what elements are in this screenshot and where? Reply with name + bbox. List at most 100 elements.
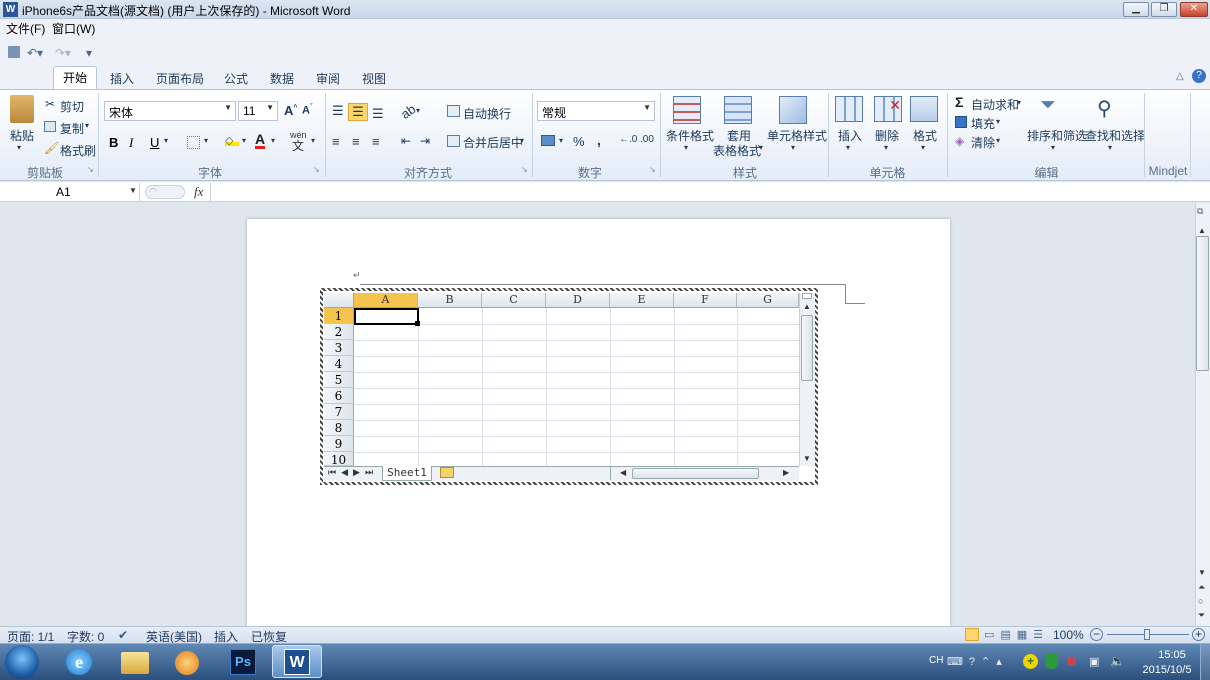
conditional-dropdown-icon[interactable]: ▾ xyxy=(684,143,688,152)
tab-page-layout[interactable]: 页面布局 xyxy=(156,70,204,87)
autosum-dropdown-icon[interactable]: ▾ xyxy=(1017,98,1021,107)
format-as-table-label-2[interactable]: 表格格式 xyxy=(713,142,761,159)
copy-icon[interactable] xyxy=(44,121,56,132)
fill-color-icon[interactable]: ◇ xyxy=(225,134,239,147)
grow-font-icon[interactable]: A^ xyxy=(284,103,297,118)
chevron-down-icon[interactable]: ▼ xyxy=(266,103,274,112)
decrease-decimal-icon[interactable]: .00 xyxy=(640,134,654,145)
insert-sheet-icon[interactable] xyxy=(440,467,454,478)
row-header-2[interactable]: 2 xyxy=(324,324,354,340)
split-box[interactable] xyxy=(802,293,812,299)
percent-style-button[interactable]: % xyxy=(573,134,585,149)
shield-icon[interactable] xyxy=(1045,654,1058,669)
view-mode-icons[interactable]: ▭▤▦☰ xyxy=(984,628,1049,641)
bold-button[interactable]: B xyxy=(109,135,118,150)
tab-review[interactable]: 审阅 xyxy=(316,70,340,87)
previous-page-icon[interactable]: ⏶ xyxy=(1198,582,1205,593)
font-color-icon[interactable]: A xyxy=(255,132,266,149)
paste-icon[interactable] xyxy=(10,95,34,123)
column-header-c[interactable]: C xyxy=(482,293,546,308)
zoom-slider-thumb[interactable] xyxy=(1144,629,1150,640)
save-icon[interactable] xyxy=(8,46,20,58)
input-language[interactable]: CH xyxy=(929,655,943,666)
next-page-icon[interactable]: ⏷ xyxy=(1198,610,1205,621)
find-select-dropdown-icon[interactable]: ▾ xyxy=(1108,143,1112,152)
sort-filter-dropdown-icon[interactable]: ▾ xyxy=(1051,143,1055,152)
column-header-g[interactable]: G xyxy=(737,293,799,308)
scroll-left-icon[interactable]: ◀ xyxy=(620,468,626,477)
sheet-hscroll-thumb[interactable] xyxy=(632,468,759,479)
underline-button[interactable]: U xyxy=(150,135,159,150)
chevron-down-icon[interactable]: ▼ xyxy=(643,103,651,112)
row-header-3[interactable]: 3 xyxy=(324,340,354,356)
align-center-icon[interactable]: ≡ xyxy=(352,134,360,149)
row-header-8[interactable]: 8 xyxy=(324,420,354,436)
cut-button[interactable]: 剪切 xyxy=(60,98,84,115)
merge-center-icon[interactable] xyxy=(447,135,460,147)
clipboard-launcher-icon[interactable]: ↘ xyxy=(87,165,94,174)
italic-button[interactable]: I xyxy=(129,135,133,151)
increase-decimal-icon[interactable]: ←.0 xyxy=(619,134,637,145)
format-cells-dropdown-icon[interactable]: ▾ xyxy=(921,143,925,152)
minimize-ribbon-icon[interactable]: △ xyxy=(1176,71,1184,82)
scroll-right-icon[interactable]: ▶ xyxy=(783,468,789,477)
chevron-down-icon[interactable]: ▼ xyxy=(224,103,232,112)
paste-button[interactable]: 粘贴 xyxy=(10,127,34,144)
delete-cells-button[interactable]: 删除 xyxy=(875,127,899,144)
format-painter-button[interactable]: 格式刷 xyxy=(60,142,96,159)
format-cells-icon[interactable] xyxy=(910,96,938,122)
close-button[interactable]: ✕ xyxy=(1180,2,1208,17)
paste-dropdown-icon[interactable]: ▾ xyxy=(17,143,21,152)
clear-icon[interactable]: ◈ xyxy=(955,134,964,148)
fill-handle[interactable] xyxy=(415,321,420,326)
alignment-launcher-icon[interactable]: ↘ xyxy=(521,165,528,174)
insert-cells-button[interactable]: 插入 xyxy=(838,127,862,144)
sheet-tab-sheet1[interactable]: Sheet1 xyxy=(382,466,432,481)
align-bottom-icon[interactable]: ☰ xyxy=(372,106,384,122)
sheet-vscroll-thumb[interactable] xyxy=(801,315,813,381)
merge-center-button[interactable]: 合并后居中 xyxy=(463,134,523,151)
start-button[interactable] xyxy=(5,645,39,679)
increase-indent-icon[interactable]: ⇥ xyxy=(420,134,430,148)
orientation-dropdown-icon[interactable]: ▾ xyxy=(416,106,420,115)
accounting-dropdown-icon[interactable]: ▾ xyxy=(559,136,563,145)
scroll-down-icon[interactable]: ▼ xyxy=(1198,568,1206,577)
cut-icon[interactable]: ✂ xyxy=(45,97,55,111)
minimize-button[interactable]: ▁ xyxy=(1123,2,1149,17)
fill-dropdown-icon[interactable]: ▾ xyxy=(996,117,1000,126)
proofing-icon[interactable]: ✔ xyxy=(118,628,128,642)
number-launcher-icon[interactable]: ↘ xyxy=(649,165,656,174)
autosum-button[interactable]: 自动求和 xyxy=(971,96,1019,113)
sheet-nav-icons[interactable]: ⏮◀▶⏭ xyxy=(328,467,378,478)
clock-time[interactable]: 15:05 xyxy=(1150,649,1194,661)
select-all-corner[interactable] xyxy=(324,293,354,308)
row-header-9[interactable]: 9 xyxy=(324,436,354,452)
borders-icon[interactable] xyxy=(187,136,200,149)
merge-dropdown-icon[interactable]: ▾ xyxy=(520,136,524,145)
selected-cell-a1[interactable] xyxy=(354,308,419,325)
volume-icon[interactable]: 🔈 xyxy=(1110,654,1125,668)
restore-button[interactable]: ❐ xyxy=(1151,2,1177,17)
security-icon[interactable]: + xyxy=(1023,654,1038,669)
network-error-icon[interactable]: ⊠ xyxy=(1067,655,1076,668)
conditional-format-icon[interactable] xyxy=(673,96,701,124)
font-size-combo[interactable]: 11 ▼ xyxy=(238,101,278,121)
name-box[interactable]: A1 xyxy=(0,183,140,201)
menu-file[interactable]: 文件(F) xyxy=(6,20,45,37)
align-middle-icon[interactable]: ☰ xyxy=(348,103,368,121)
insert-cells-dropdown-icon[interactable]: ▾ xyxy=(846,143,850,152)
vertical-scroll-thumb[interactable] xyxy=(1196,236,1209,371)
row-header-7[interactable]: 7 xyxy=(324,404,354,420)
tab-insert[interactable]: 插入 xyxy=(110,70,134,87)
fill-button[interactable]: 填充 xyxy=(971,115,995,132)
clock-date[interactable]: 2015/10/5 xyxy=(1136,664,1198,676)
media-player-icon[interactable] xyxy=(175,651,199,675)
row-header-4[interactable]: 4 xyxy=(324,356,354,372)
column-header-b[interactable]: B xyxy=(418,293,482,308)
autosum-icon[interactable]: Σ xyxy=(955,94,963,110)
align-top-icon[interactable]: ☰ xyxy=(332,103,344,119)
tab-formulas[interactable]: 公式 xyxy=(224,70,248,87)
photoshop-icon[interactable]: Ps xyxy=(230,649,256,675)
align-left-icon[interactable]: ≡ xyxy=(332,134,340,149)
format-table-dropdown-icon[interactable]: ▾ xyxy=(759,143,763,152)
